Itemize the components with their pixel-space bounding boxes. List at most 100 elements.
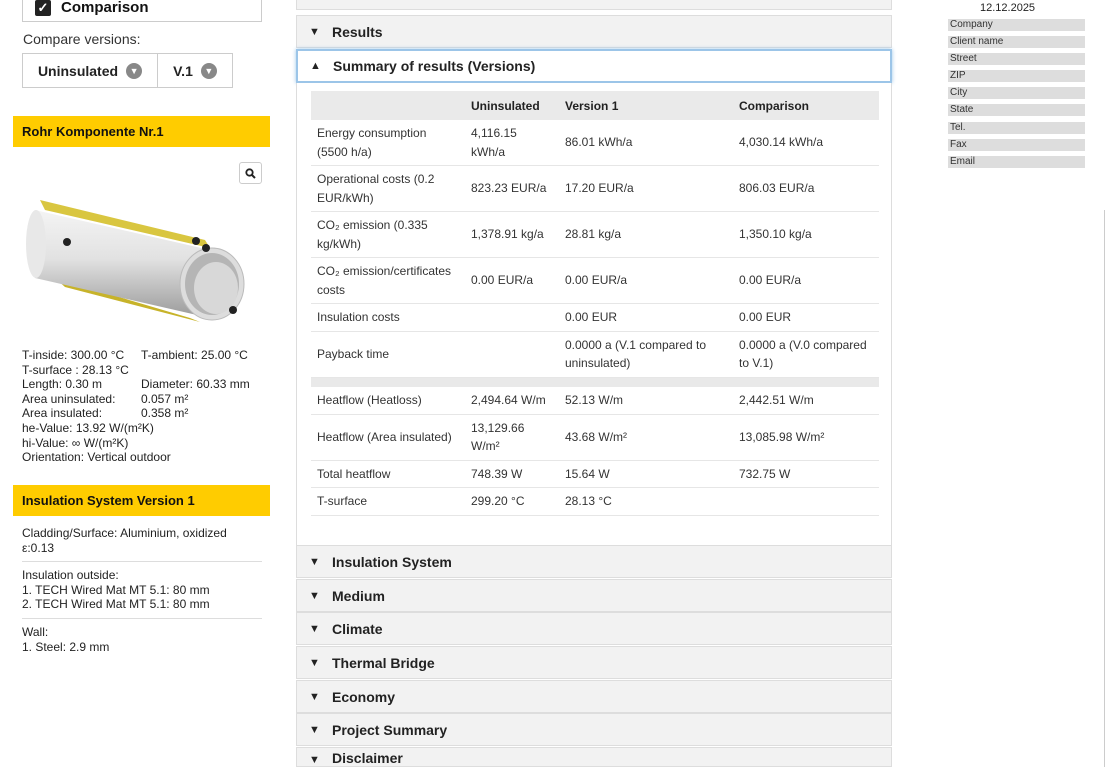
- table-cell: 0.00 EUR: [559, 303, 733, 332]
- table-cell: 28.13 °C: [559, 487, 733, 516]
- spec-row: Orientation: Vertical outdoor: [22, 450, 250, 465]
- info-text: Wall:: [22, 625, 49, 639]
- chevron-down-icon: ▼: [309, 723, 320, 736]
- table-cell: 4,030.14 kWh/a: [733, 120, 879, 166]
- marker-0: [63, 238, 71, 246]
- table-cell: Total heatflow: [311, 460, 465, 488]
- table-row: Insulation costs 0.00 EUR 0.00 EUR: [311, 303, 879, 332]
- table-separator: [311, 377, 879, 387]
- panel-economy[interactable]: ▼ Economy: [296, 680, 892, 713]
- spec-row: he-Value: 13.92 W/(m²K): [22, 421, 250, 436]
- panel-project-summary[interactable]: ▼ Project Summary: [296, 713, 892, 746]
- report-date: 12.12.2025: [980, 2, 1036, 14]
- panel-label: Disclaimer: [332, 750, 403, 766]
- marker-2: [192, 237, 200, 245]
- table-cell: [465, 331, 559, 378]
- table-cell: 748.39 W: [465, 460, 559, 488]
- chevron-down-icon: ▼: [309, 656, 320, 669]
- divider: [22, 561, 262, 562]
- table-cell: CO₂ emission/certificates costs: [311, 257, 465, 304]
- panel-label: Thermal Bridge: [332, 654, 435, 671]
- info-text: Orientation: Vertical outdoor: [22, 450, 171, 465]
- compare-left-select[interactable]: Uninsulated ▼: [22, 53, 158, 88]
- panel-disclaimer[interactable]: ▼ Disclaimer: [296, 747, 892, 767]
- table-cell: 0.00 EUR/a: [559, 257, 733, 304]
- panel-thermal-bridge[interactable]: ▼ Thermal Bridge: [296, 646, 892, 679]
- table-row: Energy consumption (5500 h/a) 4,116.15 kW…: [311, 120, 879, 166]
- table-cell: 1,378.91 kg/a: [465, 211, 559, 258]
- table-row: CO₂ emission (0.335 kg/kWh) 1,378.91 kg/a…: [311, 211, 879, 258]
- panel-summary-results[interactable]: ▲ Summary of results (Versions): [296, 49, 892, 83]
- wall-info: Wall: 1. Steel: 2.9 mm: [22, 625, 262, 654]
- table-cell: T-surface: [311, 487, 465, 516]
- table-cell: Payback time: [311, 331, 465, 378]
- table-cell: 86.01 kWh/a: [559, 120, 733, 166]
- divider: [22, 618, 262, 619]
- results-table: Uninsulated Version 1 Comparison Energy …: [311, 91, 879, 516]
- table-cell: 15.64 W: [559, 460, 733, 488]
- marker-3: [229, 306, 237, 314]
- info-text: hi-Value: ∞ W/(m²K): [22, 435, 129, 450]
- zip-field: ZIP: [948, 70, 1085, 82]
- compare-left-value: Uninsulated: [37, 62, 119, 79]
- chevron-down-icon: ▼: [309, 555, 320, 568]
- chevron-down-icon: ▼: [309, 622, 320, 635]
- insulation-title: Insulation System Version 1: [13, 485, 270, 516]
- scrollbar[interactable]: [1104, 210, 1110, 767]
- component-specs: T-inside: 300.00 °C T-ambient: 25.00 °C T…: [22, 348, 250, 465]
- compare-right-value: V.1: [173, 62, 193, 79]
- table-cell: Heatflow (Heatloss): [311, 387, 465, 415]
- panel-label: Insulation System: [332, 553, 452, 570]
- table-cell: 732.75 W: [733, 460, 879, 488]
- info-text: 2. TECH Wired Mat MT 5.1: 80 mm: [22, 597, 210, 611]
- table-cell: 43.68 W/m²: [559, 414, 733, 461]
- table-cell: Heatflow (Area insulated): [311, 414, 465, 461]
- table-cell: Operational costs (0.2 EUR/kWh): [311, 165, 465, 212]
- search-icon: [245, 167, 256, 179]
- spec-row: T-inside: 300.00 °C T-ambient: 25.00 °C: [22, 348, 250, 363]
- panel-medium[interactable]: ▼ Medium: [296, 579, 892, 612]
- panel-insulation-system[interactable]: ▼ Insulation System: [296, 545, 892, 578]
- page: ✓ Comparison Compare versions: Uninsulat…: [0, 0, 1110, 767]
- table-cell: 4,116.15 kWh/a: [465, 120, 559, 166]
- city-field: City: [948, 87, 1085, 99]
- spec-row: hi-Value: ∞ W/(m²K): [22, 436, 250, 451]
- table-cell: 0.00 EUR/a: [733, 257, 879, 304]
- compare-right-select[interactable]: V.1 ▼: [157, 53, 233, 88]
- table-cell: 13,129.66 W/m²: [465, 414, 559, 461]
- column-header: [311, 91, 465, 120]
- panel-results[interactable]: ▼ Results: [296, 15, 892, 48]
- table-cell: 2,442.51 W/m: [733, 387, 879, 415]
- column-header: Uninsulated: [465, 91, 559, 120]
- client-name-field: Client name: [948, 36, 1085, 48]
- info-text: Area uninsulated:: [22, 391, 116, 406]
- pipe-illustration: [26, 200, 245, 322]
- marker-1: [202, 244, 210, 252]
- panel-climate[interactable]: ▼ Climate: [296, 612, 892, 645]
- info-text: 1. TECH Wired Mat MT 5.1: 80 mm: [22, 582, 210, 597]
- spec-row: Area insulated: 0.358 m²: [22, 406, 250, 421]
- chevron-down-icon: ▼: [309, 589, 320, 602]
- panel-label: Climate: [332, 620, 383, 637]
- table-row: CO₂ emission/certificates costs 0.00 EUR/…: [311, 257, 879, 304]
- comparison-checkbox-row[interactable]: ✓ Comparison: [22, 0, 262, 22]
- table-cell: 823.23 EUR/a: [465, 165, 559, 212]
- spec-row: T-surface : 28.13 °C: [22, 363, 250, 378]
- info-text: 1. Steel: 2.9 mm: [22, 639, 110, 654]
- checkbox-checked-icon[interactable]: ✓: [35, 0, 51, 16]
- table-cell: 1,350.10 kg/a: [733, 211, 879, 258]
- table-cell: 28.81 kg/a: [559, 211, 733, 258]
- panel-label: Summary of results (Versions): [333, 58, 536, 74]
- table-cell: 299.20 °C: [465, 487, 559, 516]
- table-cell: [311, 377, 879, 387]
- column-header: Version 1: [559, 91, 733, 120]
- chevron-down-icon: ▼: [126, 62, 143, 79]
- column-header: Comparison: [733, 91, 879, 120]
- info-text: T-inside: 300.00 °C: [22, 348, 125, 362]
- spec-row: Area uninsulated: 0.057 m²: [22, 392, 250, 407]
- info-text: he-Value: 13.92 W/(m²K): [22, 420, 154, 435]
- zoom-button[interactable]: [239, 162, 262, 184]
- chevron-down-icon: ▼: [309, 25, 320, 38]
- table-cell: 0.0000 a (V.1 compared to uninsulated): [559, 331, 733, 378]
- info-text: 0.057 m²: [141, 391, 189, 406]
